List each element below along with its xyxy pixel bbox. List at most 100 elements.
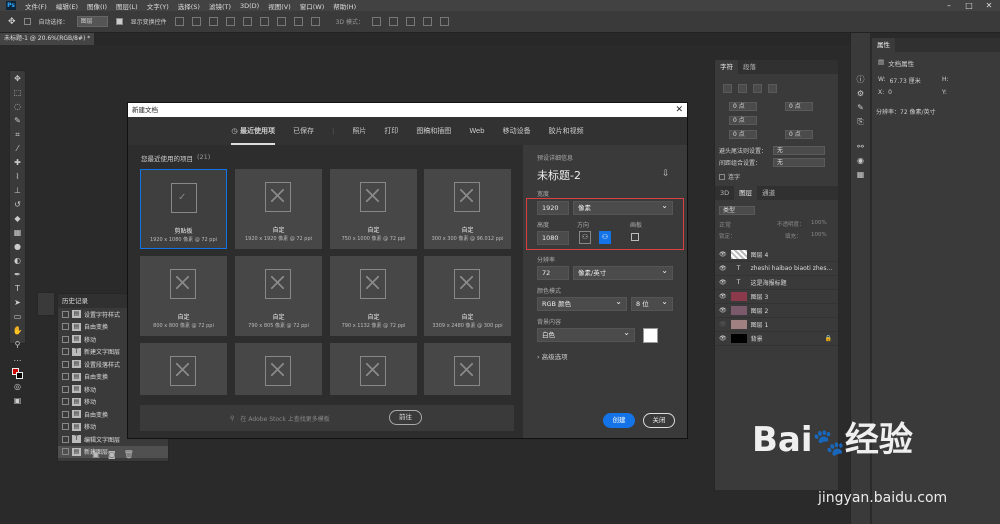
crop-tool-icon[interactable]: ⌗ (11, 128, 24, 141)
go-button[interactable]: 前往 (389, 410, 422, 425)
menu-edit[interactable]: 编辑(E) (56, 1, 78, 11)
tab-character[interactable]: 字符 (715, 60, 738, 74)
stock-search-input[interactable]: 在 Adobe Stock 上查找更多模板 (240, 414, 329, 423)
layer-row[interactable]: 👁 T 这是海报标题 (715, 276, 838, 290)
eye-icon[interactable]: 👁 (719, 335, 727, 342)
hyphenate-row[interactable]: 连字 (719, 172, 740, 181)
quick-mask-icon[interactable]: ◎ (11, 380, 24, 393)
tab-mobile[interactable]: 移动设备 (503, 126, 531, 136)
advanced-options-toggle[interactable]: › 高级选项 (537, 351, 568, 361)
styles-panel-icon[interactable]: ◉ (854, 154, 867, 167)
preset-card[interactable]: 自定 750 x 1000 像素 @ 72 ppi (330, 169, 417, 249)
healing-tool-icon[interactable]: ✚ (11, 156, 24, 169)
tab-art-illustration[interactable]: 图稿和插图 (416, 126, 451, 136)
align-left-icon[interactable] (174, 17, 184, 26)
layer-row[interactable]: 👁 图层 2 (715, 304, 838, 318)
tab-web[interactable]: Web (469, 127, 484, 135)
close-window-icon[interactable]: ✕ (980, 0, 998, 11)
justify-icon[interactable] (768, 84, 777, 93)
align-right-icon[interactable] (208, 17, 218, 26)
eye-icon[interactable]: 👁 (719, 321, 727, 328)
distribute-3-icon[interactable] (310, 17, 320, 26)
document-tab[interactable]: 未标题-1 @ 20.6%(RGB/8#) * (0, 33, 95, 45)
scale-3d-icon[interactable] (439, 17, 449, 26)
align-center-icon[interactable] (738, 84, 747, 93)
shape-tool-icon[interactable]: ▭ (11, 310, 24, 323)
dodge-tool-icon[interactable]: ◐ (11, 254, 24, 267)
preset-card[interactable] (140, 343, 227, 395)
history-brush-tool-icon[interactable]: ↺ (11, 198, 24, 211)
preset-card[interactable]: 自定 790 x 1132 像素 @ 72 ppi (330, 256, 417, 336)
first-line-indent-field[interactable]: 0 点 (729, 116, 757, 125)
space-after-field[interactable]: 0 点 (785, 130, 813, 139)
close-button[interactable]: 关闭 (643, 413, 675, 428)
slide-3d-icon[interactable] (422, 17, 432, 26)
align-top-icon[interactable] (225, 17, 235, 26)
pen-tool-icon[interactable]: ✒ (11, 268, 24, 281)
save-preset-icon[interactable]: ⇩ (662, 169, 670, 179)
menu-view[interactable]: 视图(V) (268, 1, 291, 11)
menu-help[interactable]: 帮助(H) (333, 1, 356, 11)
width-input[interactable]: 1920 (537, 201, 569, 215)
indent-right-field[interactable]: 0 点 (785, 102, 813, 111)
paths-panel-icon[interactable]: ⚯ (854, 140, 867, 153)
snapshot-icon[interactable]: ◙ (108, 450, 116, 459)
create-button[interactable]: 创建 (603, 413, 635, 428)
preset-card[interactable]: 自定 790 x 805 像素 @ 72 ppi (235, 256, 322, 336)
tab-recent[interactable]: ◷ 最近使用项 (231, 126, 275, 145)
brush-panel-icon[interactable]: ✎ (854, 101, 867, 114)
auto-select-dropdown[interactable]: 图层 (76, 16, 108, 27)
kinsoku-dropdown[interactable]: 无 (773, 146, 825, 155)
more-tools-icon[interactable]: … (11, 352, 24, 365)
tab-paragraph[interactable]: 段落 (738, 60, 761, 74)
blend-mode-dropdown[interactable]: 正常 (719, 220, 731, 229)
screen-mode-icon[interactable]: ▣ (11, 394, 24, 407)
landscape-icon[interactable]: ⚇ (599, 231, 611, 244)
preset-card[interactable]: 自定 800 x 800 像素 @ 72 ppi (140, 256, 227, 336)
preset-card[interactable] (424, 343, 511, 395)
align-right-icon[interactable] (753, 84, 762, 93)
align-center-icon[interactable] (191, 17, 201, 26)
document-name-field[interactable]: 未标题-2 (537, 167, 581, 183)
tab-film-video[interactable]: 胶片和视频 (549, 126, 584, 136)
fill-value[interactable]: 100% (811, 232, 827, 238)
zoom-tool-icon[interactable]: ⚲ (11, 338, 24, 351)
pan-3d-icon[interactable] (405, 17, 415, 26)
align-bottom-icon[interactable] (259, 17, 269, 26)
resolution-input[interactable]: 72 (537, 266, 569, 280)
tab-saved[interactable]: 已保存 (293, 126, 314, 136)
blur-tool-icon[interactable]: ● (11, 240, 24, 253)
eye-icon[interactable]: 👁 (719, 279, 727, 286)
layer-row[interactable]: 👁 Tzheshi haibao biaoti zhes... (715, 262, 838, 276)
mojikumi-dropdown[interactable]: 无 (773, 158, 825, 167)
layer-row[interactable]: 👁 背景 🔒 (715, 332, 838, 346)
distribute-2-icon[interactable] (293, 17, 303, 26)
color-mode-dropdown[interactable]: RGB 颜色 (537, 296, 627, 311)
preset-card[interactable]: 自定 1920 x 1920 像素 @ 72 ppi (235, 169, 322, 249)
menu-3d[interactable]: 3D(D) (240, 2, 259, 10)
menu-file[interactable]: 文件(F) (25, 1, 47, 11)
preset-card[interactable]: 自定 300 x 300 像素 @ 96.012 ppi (424, 169, 511, 249)
clone-panel-icon[interactable]: ⎘ (854, 115, 867, 128)
menu-layer[interactable]: 图层(L) (116, 1, 138, 11)
swatches-panel-icon[interactable]: ▦ (854, 168, 867, 181)
lasso-tool-icon[interactable]: ◌ (11, 100, 24, 113)
distribute-icon[interactable] (276, 17, 286, 26)
brush-tool-icon[interactable]: ⌇ (11, 170, 24, 183)
history-panel-collapsed-icon[interactable] (37, 292, 55, 316)
eyedropper-tool-icon[interactable]: ⁄ (11, 142, 24, 155)
preset-card[interactable] (235, 343, 322, 395)
layer-row[interactable]: 👁 图层 4 (715, 248, 838, 262)
type-tool-icon[interactable]: T (11, 282, 24, 295)
tab-channels[interactable]: 通道 (757, 186, 780, 200)
info-panel-icon[interactable]: ⓘ (854, 73, 867, 86)
space-before-field[interactable]: 0 点 (729, 130, 757, 139)
portrait-icon[interactable]: ⚇ (579, 231, 591, 244)
menu-type[interactable]: 文字(Y) (147, 1, 169, 11)
background-color-swatch[interactable] (643, 328, 658, 343)
quick-select-tool-icon[interactable]: ✎ (11, 114, 24, 127)
tab-layers[interactable]: 图层 (734, 186, 758, 200)
tab-3d[interactable]: 3D (715, 186, 734, 200)
layer-row[interactable]: 👁 图层 3 (715, 290, 838, 304)
width-unit-dropdown[interactable]: 像素 (573, 200, 673, 215)
